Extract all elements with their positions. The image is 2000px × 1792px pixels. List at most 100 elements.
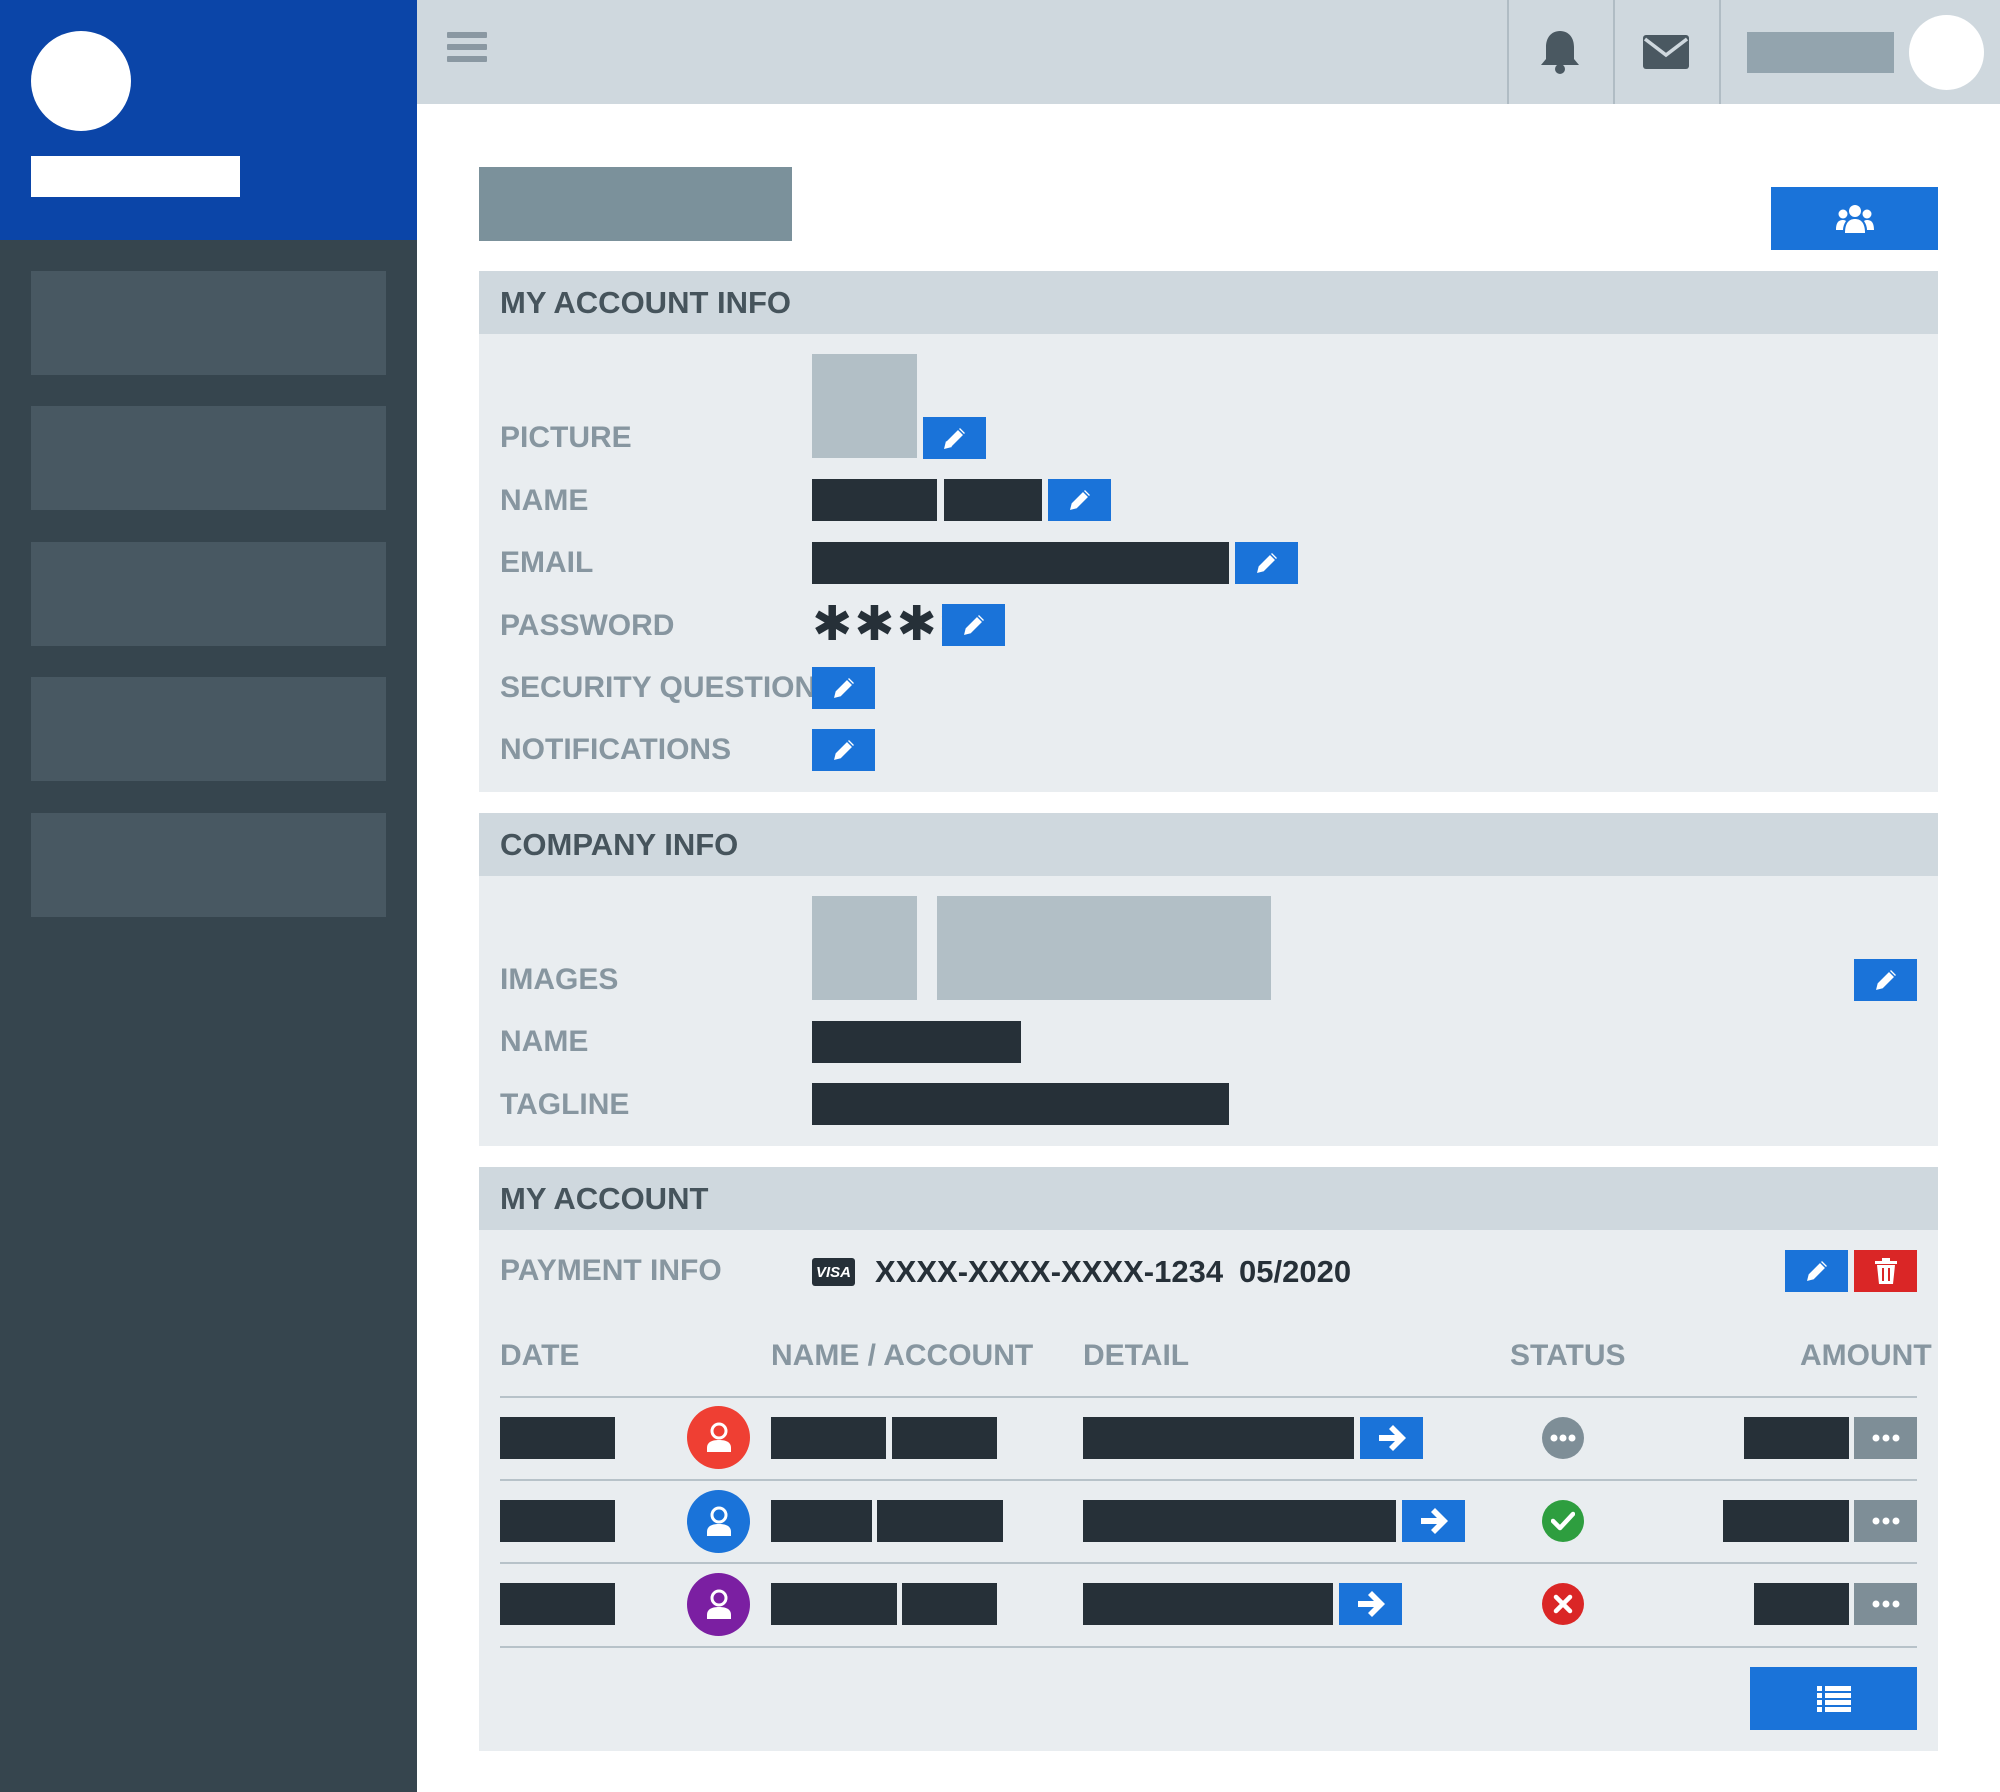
column-header-detail: DETAIL bbox=[1083, 1339, 1190, 1372]
password-label: PASSWORD bbox=[500, 609, 675, 642]
row-detail bbox=[1083, 1583, 1333, 1625]
detail-arrow-button[interactable] bbox=[1402, 1500, 1465, 1542]
users-icon bbox=[1835, 204, 1874, 233]
team-button[interactable] bbox=[1771, 187, 1938, 250]
bell-icon[interactable] bbox=[1532, 24, 1588, 80]
card-number: XXXX-XXXX-XXXX-1234 bbox=[875, 1254, 1224, 1289]
row-amount bbox=[1744, 1417, 1849, 1459]
account-info-header: MY ACCOUNT INFO bbox=[479, 271, 1938, 334]
table-divider bbox=[500, 1562, 1917, 1564]
last-name-value bbox=[944, 479, 1042, 521]
edit-security-questions-button[interactable] bbox=[812, 667, 875, 709]
status-declined-icon bbox=[1542, 1583, 1584, 1625]
view-all-transactions-button[interactable] bbox=[1750, 1667, 1917, 1730]
more-options-button[interactable] bbox=[1854, 1417, 1917, 1459]
edit-picture-button[interactable] bbox=[923, 417, 986, 459]
menu-icon[interactable] bbox=[447, 32, 487, 72]
picture-label: PICTURE bbox=[500, 421, 632, 454]
row-account bbox=[902, 1583, 997, 1625]
pencil-icon bbox=[1254, 550, 1279, 576]
detail-arrow-button[interactable] bbox=[1360, 1417, 1423, 1459]
email-label: EMAIL bbox=[500, 546, 594, 579]
company-name-value bbox=[812, 1021, 1021, 1063]
visa-card-icon: VISA bbox=[812, 1258, 855, 1286]
arrow-right-icon bbox=[1378, 1425, 1406, 1451]
row-detail bbox=[1083, 1417, 1354, 1459]
user-avatar-icon bbox=[687, 1406, 750, 1469]
user-avatar-icon bbox=[687, 1573, 750, 1636]
list-icon bbox=[1816, 1685, 1851, 1712]
status-approved-icon bbox=[1542, 1500, 1584, 1542]
more-options-button[interactable] bbox=[1854, 1500, 1917, 1542]
security-questions-label: SECURITY QUESTIONS bbox=[500, 671, 837, 704]
pencil-icon bbox=[961, 612, 986, 638]
more-options-button[interactable] bbox=[1854, 1583, 1917, 1625]
edit-company-button[interactable] bbox=[1854, 959, 1917, 1001]
status-pending-icon bbox=[1542, 1417, 1584, 1459]
tagline-label: TAGLINE bbox=[500, 1088, 630, 1121]
trash-icon bbox=[1874, 1258, 1897, 1284]
first-name-value bbox=[812, 479, 937, 521]
account-info-panel: MY ACCOUNT INFO bbox=[479, 271, 1938, 792]
column-header-date: DATE bbox=[500, 1339, 580, 1372]
row-amount bbox=[1723, 1500, 1849, 1542]
row-account bbox=[892, 1417, 997, 1459]
ellipsis-icon bbox=[1872, 1600, 1899, 1608]
sidebar-brand bbox=[0, 0, 417, 240]
sidebar-item-4[interactable] bbox=[31, 677, 386, 781]
my-account-title: MY ACCOUNT bbox=[500, 1180, 709, 1216]
edit-payment-button[interactable] bbox=[1785, 1250, 1848, 1292]
ellipsis-icon bbox=[1872, 1434, 1899, 1442]
topbar-divider bbox=[1613, 0, 1615, 104]
column-header-amount: AMOUNT bbox=[1800, 1339, 1932, 1372]
row-detail bbox=[1083, 1500, 1396, 1542]
pencil-icon bbox=[1873, 967, 1898, 993]
ellipsis-icon bbox=[1872, 1517, 1899, 1525]
sidebar-item-5[interactable] bbox=[31, 813, 386, 917]
pencil-icon bbox=[942, 425, 967, 451]
edit-password-button[interactable] bbox=[942, 604, 1005, 646]
user-avatar[interactable] bbox=[1909, 15, 1984, 90]
topbar-divider bbox=[1719, 0, 1721, 104]
sidebar-item-2[interactable] bbox=[31, 406, 386, 510]
sidebar-item-3[interactable] bbox=[31, 542, 386, 646]
row-date bbox=[500, 1583, 615, 1625]
edit-name-button[interactable] bbox=[1048, 479, 1111, 521]
arrow-right-icon bbox=[1420, 1508, 1448, 1534]
name-label: NAME bbox=[500, 484, 589, 517]
images-label: IMAGES bbox=[500, 963, 619, 996]
page-title-placeholder bbox=[479, 167, 792, 241]
row-name bbox=[771, 1417, 886, 1459]
table-divider bbox=[500, 1479, 1917, 1481]
tagline-value bbox=[812, 1083, 1229, 1125]
column-header-name-account: NAME / ACCOUNT bbox=[771, 1339, 1034, 1372]
brand-logo[interactable] bbox=[31, 31, 131, 131]
detail-arrow-button[interactable] bbox=[1339, 1583, 1402, 1625]
pencil-icon bbox=[1804, 1258, 1829, 1284]
edit-notifications-button[interactable] bbox=[812, 729, 875, 771]
company-name-label: NAME bbox=[500, 1025, 589, 1058]
brand-name-placeholder[interactable] bbox=[31, 156, 240, 197]
company-image-2 bbox=[937, 896, 1271, 1000]
company-info-header: COMPANY INFO bbox=[479, 813, 1938, 876]
pencil-icon bbox=[1067, 487, 1092, 513]
delete-payment-button[interactable] bbox=[1854, 1250, 1917, 1292]
user-avatar-icon bbox=[687, 1490, 750, 1553]
topbar-divider bbox=[1507, 0, 1509, 104]
arrow-right-icon bbox=[1357, 1591, 1385, 1617]
row-name bbox=[771, 1500, 872, 1542]
envelope-icon[interactable] bbox=[1638, 24, 1694, 80]
top-bar bbox=[417, 0, 2000, 104]
row-amount bbox=[1754, 1583, 1849, 1625]
account-info-title: MY ACCOUNT INFO bbox=[500, 284, 792, 320]
user-name-placeholder[interactable] bbox=[1747, 32, 1894, 73]
column-header-status: STATUS bbox=[1510, 1339, 1626, 1372]
company-image-1 bbox=[812, 896, 917, 1000]
company-info-title: COMPANY INFO bbox=[500, 826, 739, 862]
row-account bbox=[877, 1500, 1003, 1542]
row-date bbox=[500, 1417, 615, 1459]
table-divider bbox=[500, 1646, 1917, 1648]
edit-email-button[interactable] bbox=[1235, 542, 1298, 584]
sidebar-item-1[interactable] bbox=[31, 271, 386, 375]
sidebar bbox=[0, 0, 417, 1792]
